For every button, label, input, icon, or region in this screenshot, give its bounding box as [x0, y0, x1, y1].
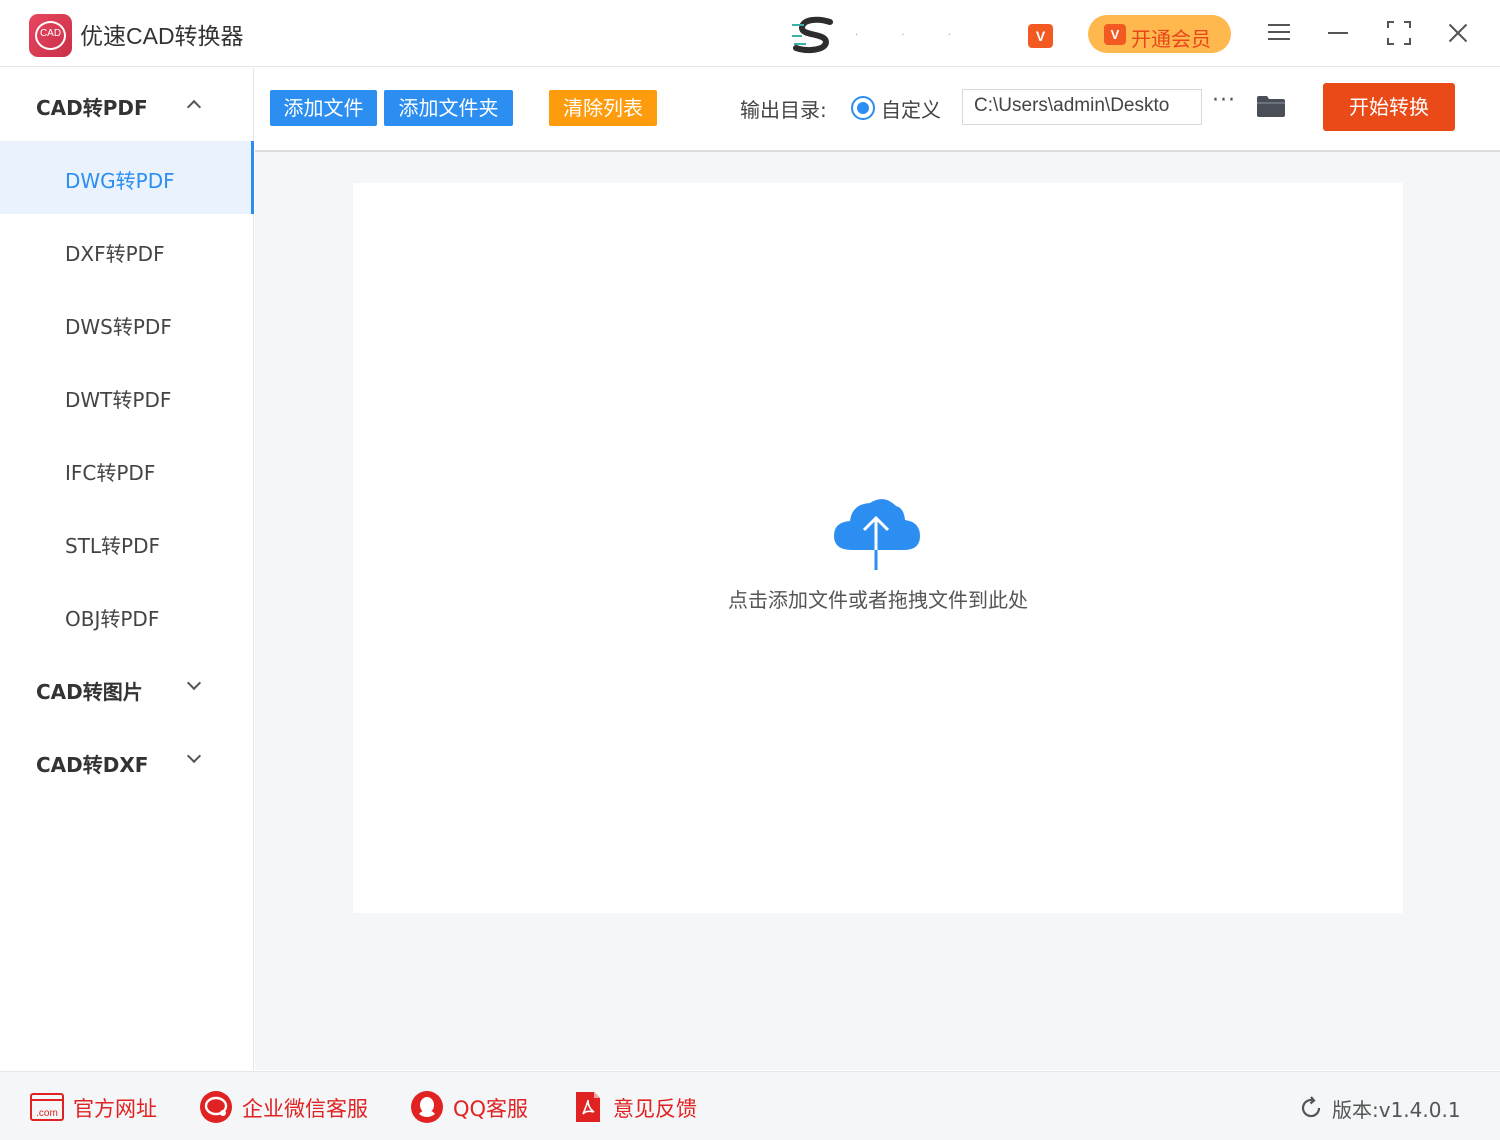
user-info-placeholder: · · ·	[855, 30, 971, 41]
sidebar-item-dwt-to-pdf[interactable]: DWT转PDF	[0, 360, 254, 433]
wechat-service-label: 企业微信客服	[242, 1097, 368, 1121]
sidebar-group-cad-to-image[interactable]: CAD转图片	[0, 652, 254, 725]
vip-badge-icon: V	[1028, 24, 1053, 48]
app-logo: CAD	[29, 14, 72, 57]
sidebar-item-label: IFC转PDF	[65, 461, 156, 485]
version-label: 版本:v1.4.0.1	[1332, 1098, 1461, 1122]
qq-icon	[411, 1091, 443, 1123]
sidebar-item-dws-to-pdf[interactable]: DWS转PDF	[0, 287, 254, 360]
close-icon[interactable]	[1441, 16, 1475, 50]
sidebar-item-ifc-to-pdf[interactable]: IFC转PDF	[0, 433, 254, 506]
official-website-label: 官方网址	[73, 1097, 157, 1121]
sidebar-item-label: DXF转PDF	[65, 242, 165, 266]
sidebar-item-label: DWT转PDF	[65, 388, 172, 412]
wechat-service-link[interactable]: 企业微信客服	[199, 1090, 369, 1124]
fullscreen-icon[interactable]	[1382, 16, 1416, 50]
custom-output-label[interactable]: 自定义	[881, 94, 941, 123]
sidebar-item-stl-to-pdf[interactable]: STL转PDF	[0, 506, 254, 579]
add-file-button[interactable]: 添加文件	[270, 90, 377, 126]
wechat-icon	[200, 1091, 232, 1123]
chevron-up-icon	[186, 99, 202, 115]
menu-icon[interactable]	[1262, 16, 1296, 50]
sidebar-group-label: CAD转PDF	[36, 96, 148, 120]
website-icon-text: .com	[36, 1108, 58, 1119]
output-dir-label: 输出目录:	[740, 98, 827, 122]
main-panel: 添加文件 添加文件夹 清除列表 输出目录: 自定义 C:\Users\admin…	[255, 68, 1500, 1070]
open-vip-label: 开通会员	[1131, 27, 1211, 51]
sidebar-group-cad-to-pdf[interactable]: CAD转PDF	[0, 68, 254, 141]
sidebar-item-label: STL转PDF	[65, 534, 161, 558]
chevron-down-icon	[186, 675, 202, 691]
file-dropzone[interactable]: 点击添加文件或者拖拽文件到此处	[353, 183, 1403, 913]
start-convert-button[interactable]: 开始转换	[1323, 83, 1455, 131]
sidebar-group-cad-to-dxf[interactable]: CAD转DXF	[0, 725, 254, 798]
app-title: 优速CAD转换器	[80, 23, 244, 49]
sidebar-item-obj-to-pdf[interactable]: OBJ转PDF	[0, 579, 254, 652]
cloud-upload-icon	[834, 499, 920, 570]
sidebar-item-label: DWG转PDF	[65, 169, 175, 193]
folder-icon[interactable]	[1256, 94, 1286, 118]
minimize-icon[interactable]	[1322, 16, 1356, 50]
footer: .com 官方网址 企业微信客服 QQ客服 意见反馈 版本:v1.4.0.1	[0, 1071, 1500, 1140]
clear-list-button[interactable]: 清除列表	[549, 90, 657, 126]
sidebar-item-label: DWS转PDF	[65, 315, 172, 339]
sidebar-group-label: CAD转图片	[36, 680, 143, 704]
chevron-down-icon	[186, 748, 202, 764]
qq-service-label: QQ客服	[453, 1097, 529, 1121]
qq-service-link[interactable]: QQ客服	[410, 1090, 530, 1124]
sidebar-item-dwg-to-pdf[interactable]: DWG转PDF	[0, 141, 254, 214]
more-options-icon[interactable]: ···	[1212, 88, 1236, 113]
refresh-icon[interactable]	[1298, 1095, 1324, 1121]
custom-output-radio[interactable]	[851, 96, 875, 120]
add-folder-button[interactable]: 添加文件夹	[384, 90, 513, 126]
sidebar: CAD转PDF DWG转PDF DXF转PDF DWS转PDF DWT转PDF …	[0, 68, 254, 1070]
open-vip-button[interactable]: V 开通会员	[1088, 15, 1231, 53]
output-path-input[interactable]: C:\Users\admin\Deskto	[962, 89, 1202, 125]
sidebar-item-dxf-to-pdf[interactable]: DXF转PDF	[0, 214, 254, 287]
sidebar-item-label: OBJ转PDF	[65, 607, 160, 631]
feedback-pdf-icon	[576, 1092, 600, 1122]
website-icon: .com	[30, 1093, 64, 1121]
feedback-link[interactable]: 意见反馈	[574, 1090, 704, 1124]
sidebar-group-label: CAD转DXF	[36, 753, 149, 777]
official-website-link[interactable]: .com 官方网址	[30, 1090, 160, 1124]
feedback-label: 意见反馈	[613, 1097, 697, 1121]
toolbar: 添加文件 添加文件夹 清除列表 输出目录: 自定义 C:\Users\admin…	[255, 68, 1500, 152]
brand-s-icon	[792, 16, 833, 53]
vip-icon: V	[1104, 24, 1126, 45]
dropzone-hint: 点击添加文件或者拖拽文件到此处	[728, 588, 1028, 612]
title-bar: CAD 优速CAD转换器 · · · V V 开通会员	[0, 0, 1500, 67]
app-logo-text: CAD	[39, 28, 62, 39]
